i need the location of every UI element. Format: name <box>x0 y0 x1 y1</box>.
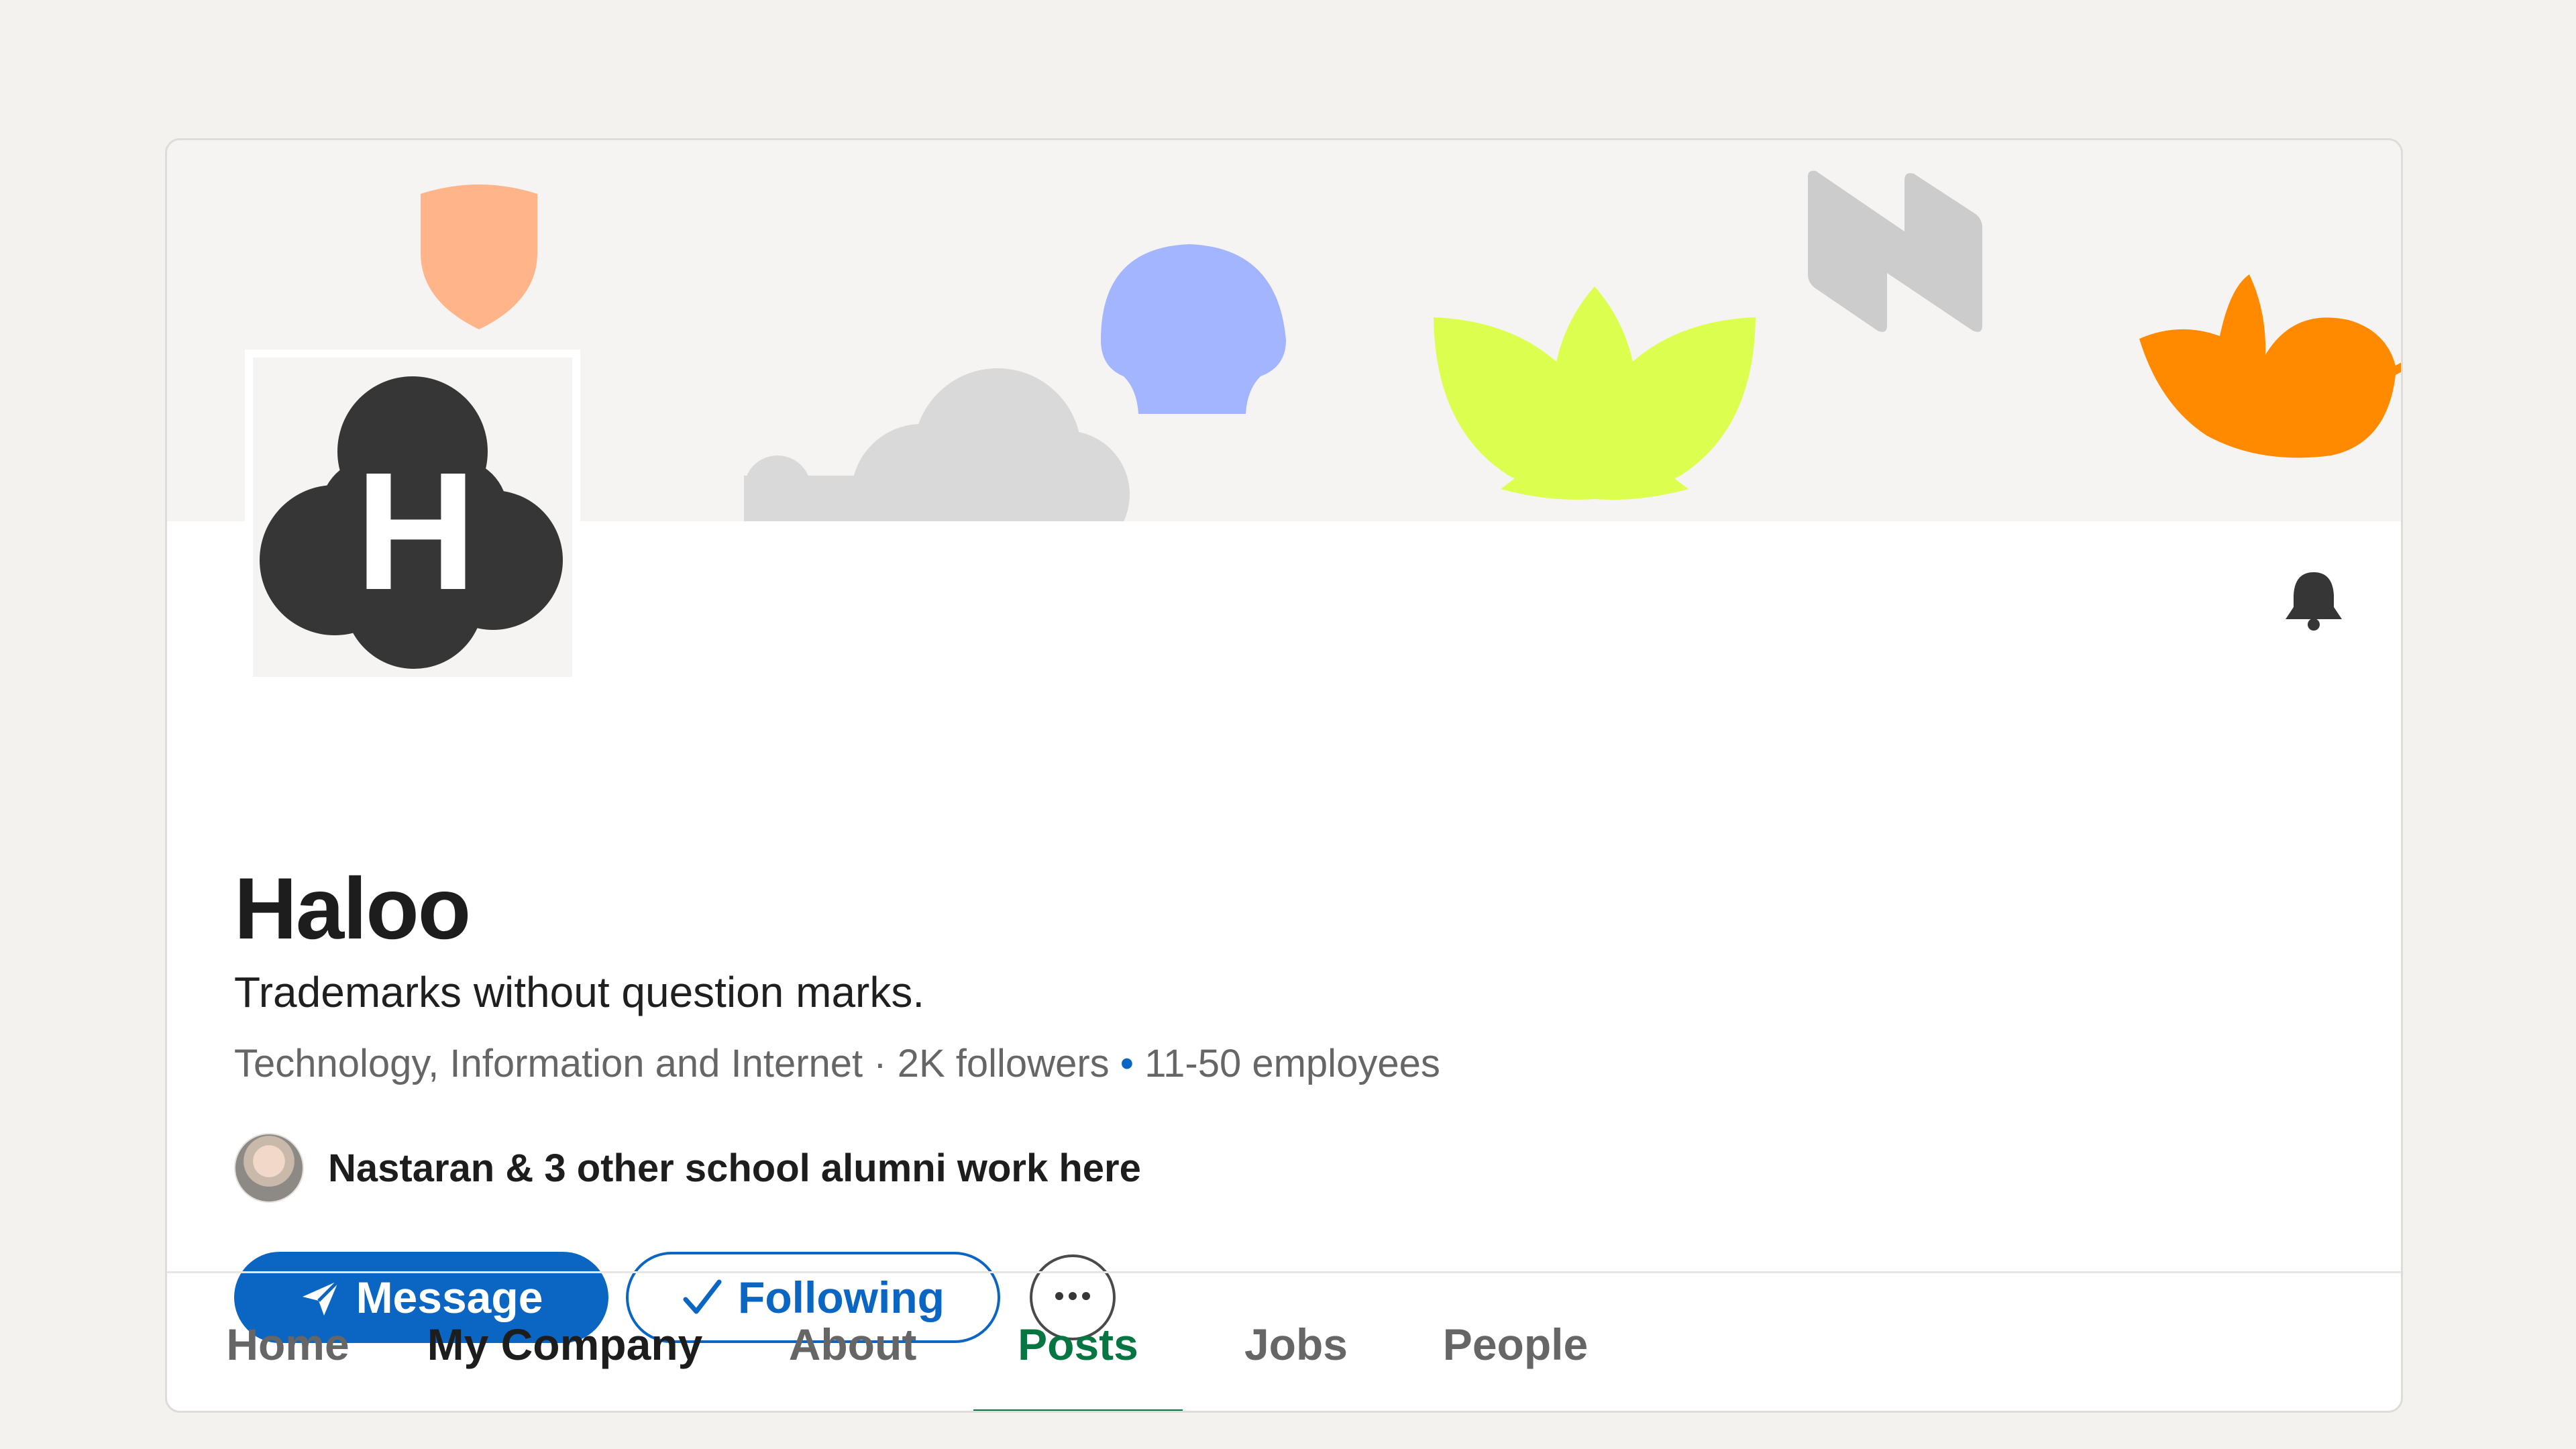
tab-posts[interactable]: Posts <box>973 1273 1183 1411</box>
lime-lotus-shape <box>1434 286 1756 500</box>
company-name: Haloo <box>234 859 471 957</box>
tab-my-company[interactable]: My Company <box>422 1273 708 1411</box>
tab-jobs[interactable]: Jobs <box>1227 1273 1365 1411</box>
meta-separator-blue: • <box>1109 1042 1145 1085</box>
company-logo[interactable]: H <box>245 350 580 685</box>
company-tagline: Trademarks without question marks. <box>234 968 925 1016</box>
blue-shell-shape <box>1101 244 1286 414</box>
meta-separator: · <box>863 1042 898 1085</box>
industry-label: Technology, Information and Internet <box>234 1042 863 1085</box>
profile-tabs: Home My Company About Posts Jobs People <box>167 1273 2401 1411</box>
logo-inner: H <box>253 358 572 677</box>
company-meta: Technology, Information and Internet · 2… <box>234 1041 1440 1086</box>
bell-icon[interactable] <box>2282 568 2346 633</box>
avatar[interactable] <box>234 1133 304 1203</box>
gray-n-shape <box>1808 170 1982 332</box>
company-profile-card: H Haloo Trademarks without question mark… <box>165 138 2403 1413</box>
alumni-insight[interactable]: Nastaran & 3 other school alumni work he… <box>234 1133 1141 1203</box>
tab-people[interactable]: People <box>1419 1273 1612 1411</box>
orange-bird-shape <box>2139 274 2401 458</box>
tab-home[interactable]: Home <box>221 1273 355 1411</box>
peach-shield-shape <box>421 184 537 329</box>
employees-count[interactable]: 11-50 employees <box>1144 1042 1440 1085</box>
alumni-text[interactable]: Nastaran & 3 other school alumni work he… <box>328 1146 1141 1191</box>
logo-letter: H <box>355 437 477 625</box>
tab-about[interactable]: About <box>777 1273 928 1411</box>
gray-cloud-shape <box>744 368 1130 521</box>
followers-count[interactable]: 2K followers <box>898 1042 1110 1085</box>
